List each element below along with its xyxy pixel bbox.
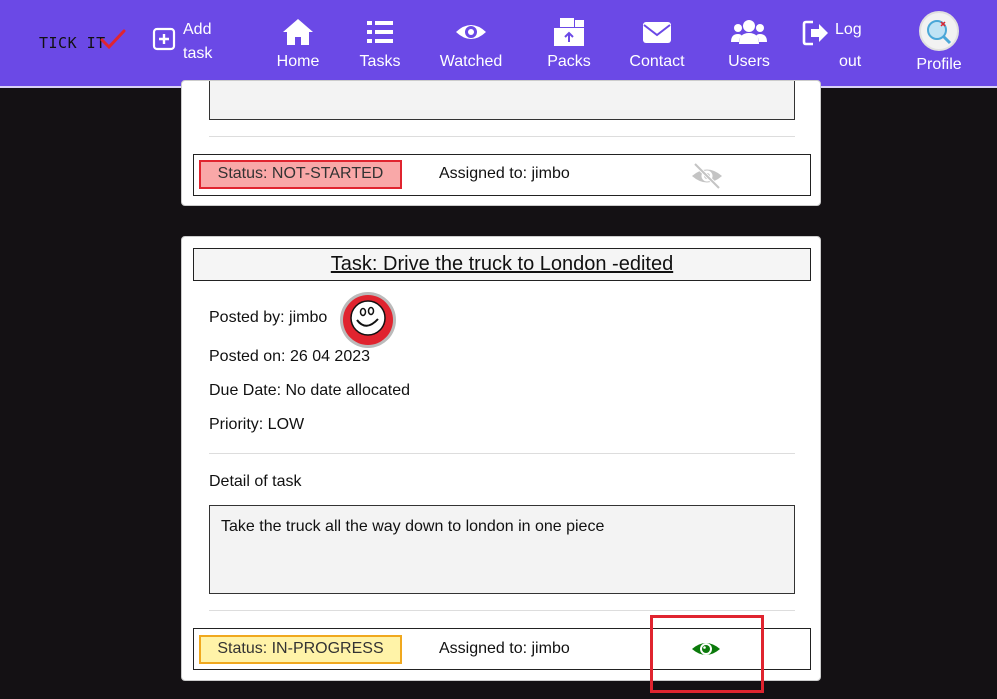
nav-watched[interactable]: Watched: [437, 16, 505, 72]
divider: [209, 136, 795, 137]
posted-by: Posted by: jimbo: [209, 309, 328, 326]
nav-packs-label: Packs: [547, 53, 591, 70]
divider: [209, 453, 795, 454]
divider: [209, 610, 795, 611]
logout-label-1: Log: [835, 21, 862, 38]
status-badge: Status: NOT-STARTED: [199, 160, 402, 189]
navbar: TICK IT Add task Home Tasks Watched Pack…: [0, 0, 997, 88]
nav-packs[interactable]: Packs: [545, 16, 593, 72]
brand-logo[interactable]: TICK IT: [39, 34, 106, 52]
checkmark-icon: [100, 29, 126, 50]
status-badge: Status: IN-PROGRESS: [199, 635, 402, 664]
list-icon: [367, 21, 393, 43]
add-task-label-1: Add: [183, 21, 212, 38]
eye-icon: [456, 25, 486, 39]
nav-contact-label: Contact: [629, 53, 685, 70]
profile-avatar: [919, 11, 959, 51]
eye-slash-icon[interactable]: [689, 161, 725, 191]
users-icon: [731, 20, 767, 44]
priority: Priority: LOW: [209, 416, 305, 433]
nav-users[interactable]: Users: [726, 16, 772, 72]
assigned-to: Assigned to: jimbo: [439, 165, 570, 182]
smiley-avatar-icon: [343, 295, 393, 345]
sign-out-icon: [802, 20, 828, 46]
avatar[interactable]: [340, 292, 396, 348]
assigned-to: Assigned to: jimbo: [439, 640, 570, 657]
highlight-annotation: [650, 615, 764, 693]
task-card: Status: NOT-STARTED Assigned to: jimbo: [181, 80, 821, 206]
nav-profile[interactable]: Profile: [912, 11, 966, 75]
logout-button[interactable]: Log out: [802, 17, 872, 73]
nav-users-label: Users: [728, 53, 770, 70]
nav-home[interactable]: Home: [275, 16, 321, 72]
due-date: Due Date: No date allocated: [209, 382, 411, 399]
task-detail-box: Take the truck all the way down to londo…: [209, 505, 795, 594]
nav-tasks-label: Tasks: [359, 53, 401, 70]
envelope-icon: [643, 22, 671, 43]
nav-profile-label: Profile: [916, 56, 962, 73]
nav-home-label: Home: [276, 53, 320, 70]
add-task-button[interactable]: Add task: [152, 19, 222, 69]
nav-watched-label: Watched: [439, 53, 503, 70]
boxes-icon: [554, 18, 584, 46]
task-title-link[interactable]: Task: Drive the truck to London -edited: [193, 248, 811, 281]
plus-square-icon: [152, 27, 176, 51]
task-detail-box: [209, 81, 795, 120]
logout-label-2: out: [839, 53, 862, 70]
add-task-label-2: task: [183, 45, 213, 62]
nav-tasks[interactable]: Tasks: [357, 16, 403, 72]
posted-on: Posted on: 26 04 2023: [209, 348, 371, 365]
magnifier-icon: [927, 20, 952, 45]
nav-contact[interactable]: Contact: [626, 16, 688, 72]
home-icon: [283, 19, 313, 45]
detail-heading: Detail of task: [209, 473, 302, 490]
